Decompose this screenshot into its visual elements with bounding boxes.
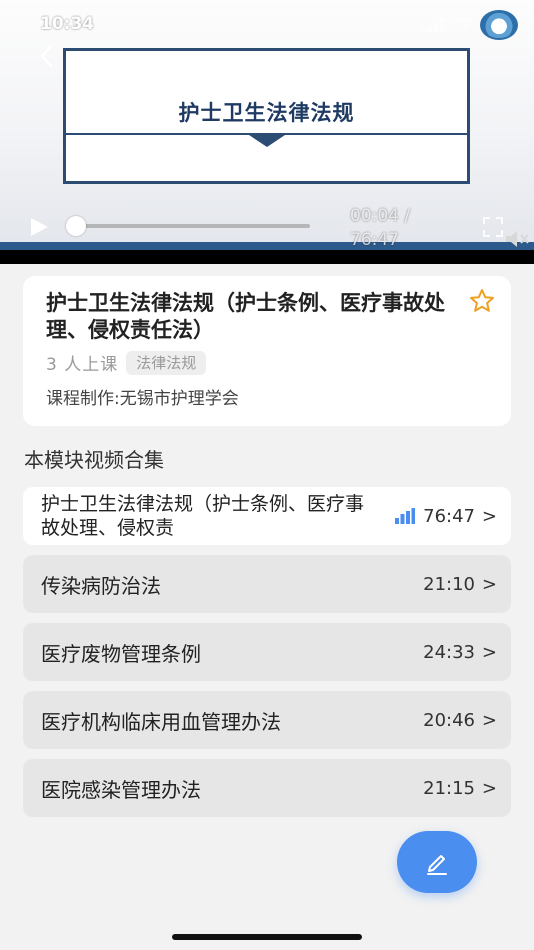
- course-meta: 3 人上课 法律法规: [46, 350, 207, 375]
- status-bar: 10:34: [0, 0, 534, 40]
- current-time: 00:04 /: [350, 206, 411, 226]
- course-producer: 课程制作:无锡市护理学会: [46, 389, 239, 409]
- slide-title: 护士卫生法律法规: [178, 101, 355, 125]
- slide-title-box: 护士卫生法律法规: [63, 48, 470, 184]
- video-item-duration: 21:10: [423, 573, 475, 595]
- wifi-icon: [452, 18, 472, 32]
- status-time: 10:34: [40, 14, 95, 34]
- video-list-item[interactable]: 医疗机构临床用血管理办法 20:46 >: [23, 691, 511, 749]
- chevron-right-icon: >: [481, 641, 497, 663]
- video-item-title: 医院感染管理办法: [41, 777, 201, 802]
- video-player[interactable]: 护士卫生法律法规 10:34 00:04 / 76:47: [0, 0, 534, 264]
- mute-icon[interactable]: [504, 228, 530, 250]
- play-icon[interactable]: [28, 216, 50, 238]
- institution-logo-icon: [480, 10, 518, 40]
- video-item-title: 护士卫生法律法规（护士条例、医疗事故处理、侵权责: [41, 493, 365, 539]
- video-item-title: 传染病防治法: [41, 573, 161, 598]
- pencil-icon: [427, 855, 447, 875]
- chevron-right-icon: >: [481, 573, 497, 595]
- video-item-duration: 24:33: [423, 641, 475, 663]
- video-list-item[interactable]: 医院感染管理办法 21:15 >: [23, 759, 511, 817]
- chevron-right-icon: >: [481, 709, 497, 731]
- now-playing-bars-icon: [395, 508, 415, 524]
- slide-bottom-stripe: [0, 242, 534, 250]
- video-item-duration: 20:46: [423, 709, 475, 731]
- course-info-card: 护士卫生法律法规（护士条例、医疗事故处理、侵权责任法） 3 人上课 法律法规 课…: [23, 276, 511, 426]
- enroll-count: 3 人上课: [46, 355, 119, 375]
- edit-note-button[interactable]: [397, 831, 477, 893]
- time-readout: 00:04 / 76:47: [350, 204, 440, 252]
- course-title: 护士卫生法律法规（护士条例、医疗事故处理、侵权责任法）: [46, 291, 445, 342]
- slide-pointer: [249, 135, 285, 147]
- video-list-item-active[interactable]: 护士卫生法律法规（护士条例、医疗事故处理、侵权责 76:47 >: [23, 487, 511, 545]
- total-time: 76:47: [350, 230, 399, 250]
- favorite-star-icon[interactable]: [469, 288, 495, 314]
- status-icons: [422, 10, 518, 40]
- video-item-duration: 76:47: [423, 505, 475, 527]
- category-tag: 法律法规: [126, 350, 207, 375]
- back-icon[interactable]: [36, 42, 58, 70]
- progress-track[interactable]: [68, 224, 310, 228]
- chevron-right-icon: >: [481, 777, 497, 799]
- video-item-duration: 21:15: [423, 777, 475, 799]
- video-item-title: 医疗废物管理条例: [41, 641, 201, 666]
- video-item-title: 医疗机构临床用血管理办法: [41, 709, 281, 734]
- chevron-right-icon: >: [481, 505, 497, 527]
- progress-thumb[interactable]: [66, 216, 86, 236]
- signal-icon: [422, 18, 444, 32]
- video-list-item[interactable]: 传染病防治法 21:10 >: [23, 555, 511, 613]
- home-indicator: [172, 934, 362, 940]
- fullscreen-icon[interactable]: [482, 216, 504, 238]
- section-title: 本模块视频合集: [24, 448, 164, 472]
- video-list-item[interactable]: 医疗废物管理条例 24:33 >: [23, 623, 511, 681]
